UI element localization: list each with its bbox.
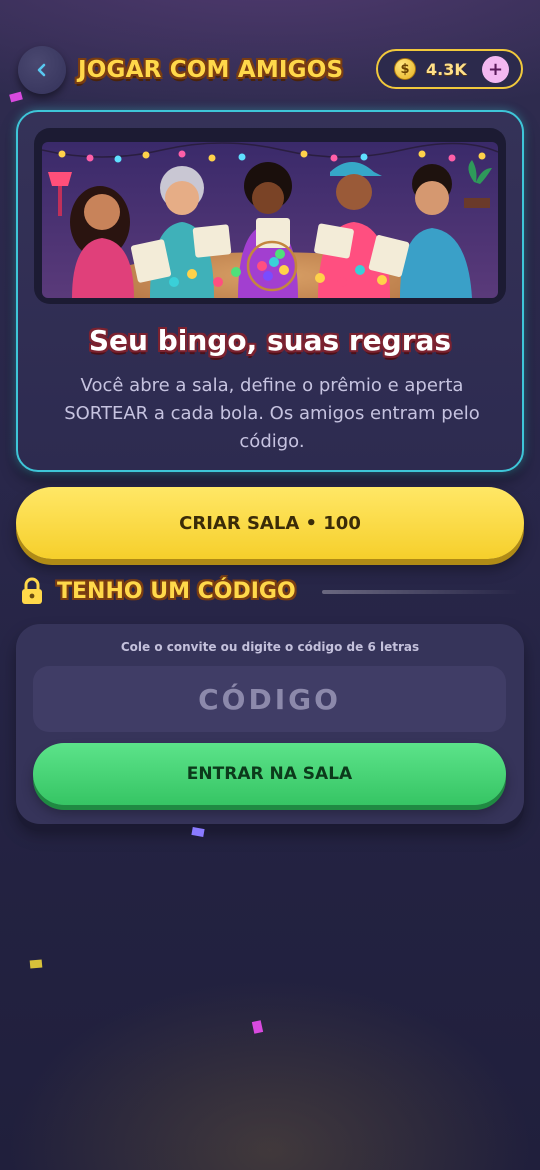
confetti-piece xyxy=(251,1020,264,1034)
coin-icon: $ xyxy=(394,58,416,80)
lock-icon xyxy=(22,577,42,604)
chevron-left-icon xyxy=(37,63,46,77)
section-title-have-code: TENHO UM CÓDIGO xyxy=(57,579,296,604)
room-code-input[interactable] xyxy=(33,666,506,732)
hero-description: Você abre a sala, define o prêmio e aper… xyxy=(64,375,480,452)
join-room-card: Cole o convite ou digite o código de 6 l… xyxy=(16,624,524,824)
coin-balance[interactable]: $ 4.3K + xyxy=(376,49,523,89)
confetti-piece xyxy=(191,827,205,837)
add-coins-button[interactable]: + xyxy=(482,56,509,83)
enter-room-button[interactable]: ENTRAR NA SALA xyxy=(33,743,506,805)
confetti-piece xyxy=(29,959,43,969)
create-room-button[interactable]: CRIAR SALA • 100 xyxy=(16,487,524,559)
friends-playing-bingo-illustration xyxy=(42,142,498,298)
back-button[interactable] xyxy=(18,46,66,94)
coin-amount: 4.3K xyxy=(426,59,467,79)
section-divider xyxy=(322,590,520,594)
confetti-piece xyxy=(9,91,23,103)
page-title: JOGAR COM AMIGOS xyxy=(78,57,344,83)
hero-image-frame xyxy=(34,128,506,304)
intro-card: Seu bingo, suas regras Você abre a sala,… xyxy=(16,110,524,472)
code-hint: Cole o convite ou digite o código de 6 l… xyxy=(120,640,420,654)
hero-heading: Seu bingo, suas regras xyxy=(88,324,452,357)
